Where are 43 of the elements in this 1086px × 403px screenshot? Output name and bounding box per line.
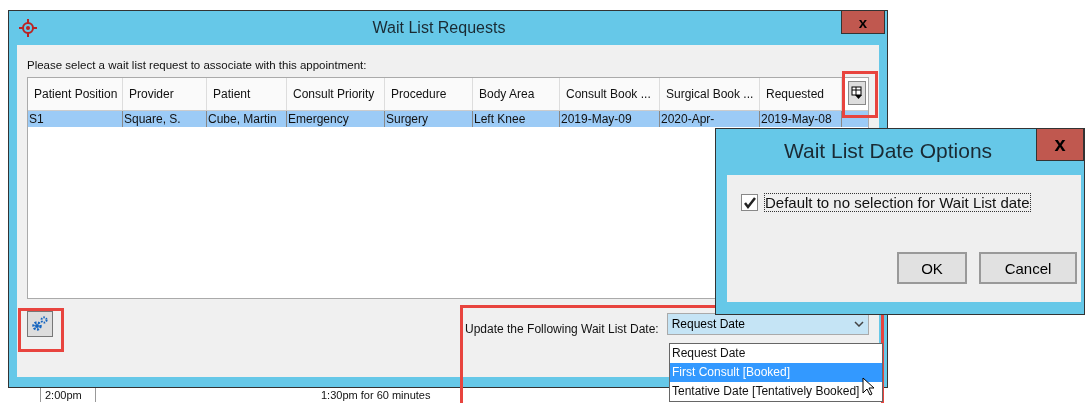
settings-button[interactable] <box>27 311 53 337</box>
instruction-text: Please select a wait list request to associate with this appointment: <box>27 59 368 71</box>
table-cell: S1 <box>28 111 123 127</box>
update-date-label: Update the Following Wait List Date: <box>465 322 659 336</box>
time-label: 2:00pm <box>40 388 96 402</box>
highlight-frame <box>842 71 878 118</box>
column-header[interactable]: Procedure <box>385 78 473 110</box>
table-cell: 2020-Apr- <box>660 111 760 127</box>
window-title: Wait List Requests <box>371 19 507 37</box>
dropdown-option[interactable]: Request Date <box>670 344 882 363</box>
cancel-button[interactable]: Cancel <box>979 252 1077 284</box>
table-row[interactable]: S1 Square, S. Cube, Martin Emergency Surgery Left Knee 2019-May-09 2020-Apr- 2019-May-08 <box>28 111 868 127</box>
table-cell: 2019-May-09 <box>560 111 660 127</box>
date-dropdown[interactable]: Request Date <box>666 313 869 335</box>
appointment-text: 1:30pm for 60 minutes <box>321 388 431 402</box>
close-button[interactable]: x <box>841 11 885 34</box>
table-cell: Cube, Martin <box>207 111 287 127</box>
column-header[interactable]: Provider <box>123 78 207 110</box>
column-header[interactable]: Patient <box>207 78 287 110</box>
dropdown-option[interactable]: Tentative Date [Tentatively Booked] <box>670 382 882 401</box>
highlight-frame <box>18 308 64 352</box>
column-header[interactable]: Patient Position <box>28 78 123 110</box>
column-header[interactable]: Requested <box>760 78 842 110</box>
ok-button[interactable]: OK <box>897 252 967 284</box>
cursor-icon <box>862 377 876 397</box>
table-cell: 2019-May-08 <box>760 111 842 127</box>
dialog-title: Wait List Date Options <box>782 139 994 163</box>
table-cell: Square, S. <box>123 111 207 127</box>
column-chooser-button[interactable] <box>848 81 866 105</box>
table-cell: Left Knee <box>473 111 560 127</box>
target-icon <box>19 19 37 37</box>
checkbox[interactable] <box>741 194 758 211</box>
column-header[interactable]: Body Area <box>473 78 560 110</box>
checkbox-label[interactable]: Default to no selection for Wait List date <box>764 193 1031 212</box>
close-button[interactable]: x <box>1036 129 1084 161</box>
chevron-down-icon <box>853 321 864 327</box>
column-chooser-icon <box>851 86 863 100</box>
column-header[interactable]: Surgical Book ... <box>660 78 760 110</box>
column-header[interactable]: Consult Book ... <box>560 78 660 110</box>
table-cell: Surgery <box>385 111 473 127</box>
gear-icon <box>31 316 49 332</box>
table-cell: Emergency <box>287 111 385 127</box>
column-header[interactable]: Consult Priority <box>287 78 385 110</box>
